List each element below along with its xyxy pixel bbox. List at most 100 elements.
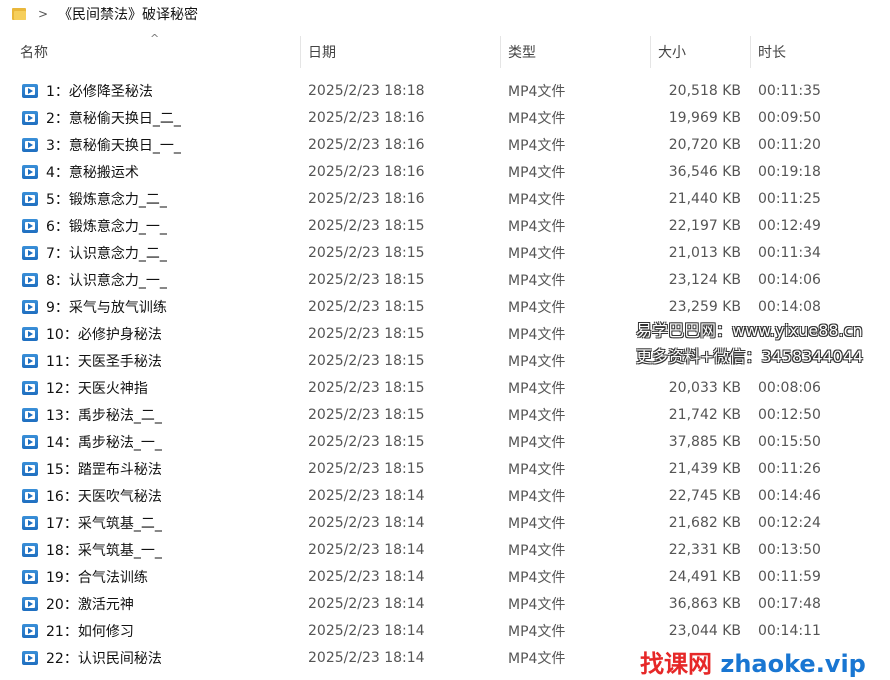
file-date: 2025/2/23 18:14 xyxy=(308,514,425,531)
column-divider[interactable] xyxy=(300,36,301,68)
file-type: MP4文件 xyxy=(508,164,566,181)
file-duration: 00:14:08 xyxy=(758,298,821,315)
file-row[interactable]: 8：认识意念力_一_ 2025/2/23 18:15 MP4文件 23,124 … xyxy=(0,266,890,293)
file-row[interactable]: 18：采气筑基_一_ 2025/2/23 18:14 MP4文件 22,331 … xyxy=(0,536,890,563)
watermark-brand-en: zhaoke.vip xyxy=(720,650,866,678)
column-divider[interactable] xyxy=(500,36,501,68)
file-duration: 00:19:18 xyxy=(758,163,821,180)
file-name: 8：认识意念力_一_ xyxy=(46,272,167,289)
file-name: 16：天医吹气秘法 xyxy=(46,488,162,505)
file-name: 20：激活元神 xyxy=(46,596,134,613)
watermark-website: 易学巴巴网：www.yixue88.cn xyxy=(636,321,863,340)
file-date: 2025/2/23 18:14 xyxy=(308,541,425,558)
file-row[interactable]: 13：禹步秘法_二_ 2025/2/23 18:15 MP4文件 21,742 … xyxy=(0,401,890,428)
file-duration: 00:14:11 xyxy=(758,622,821,639)
file-date: 2025/2/23 18:18 xyxy=(308,82,425,99)
file-size: 19,969 KB xyxy=(668,109,741,126)
file-row[interactable]: 5：锻炼意念力_二_ 2025/2/23 18:16 MP4文件 21,440 … xyxy=(0,185,890,212)
column-header-size[interactable]: 大小 xyxy=(658,32,748,72)
file-name: 10：必修护身秘法 xyxy=(46,326,162,343)
file-duration: 00:11:20 xyxy=(758,136,821,153)
file-row[interactable]: 20：激活元神 2025/2/23 18:14 MP4文件 36,863 KB … xyxy=(0,590,890,617)
file-duration: 00:14:06 xyxy=(758,271,821,288)
file-size: 23,044 KB xyxy=(668,622,741,639)
video-file-icon xyxy=(22,650,38,665)
file-type: MP4文件 xyxy=(508,245,566,262)
column-divider[interactable] xyxy=(650,36,651,68)
video-file-icon xyxy=(22,272,38,287)
file-date: 2025/2/23 18:15 xyxy=(308,244,425,261)
column-header-duration[interactable]: 时长 xyxy=(758,32,878,72)
file-type: MP4文件 xyxy=(508,218,566,235)
video-file-icon xyxy=(22,110,38,125)
file-name: 6：锻炼意念力_一_ xyxy=(46,218,167,235)
address-bar[interactable]: > 《民间禁法》破译秘密 xyxy=(0,0,890,28)
file-name: 15：踏罡布斗秘法 xyxy=(46,461,162,478)
column-header-date[interactable]: 日期 xyxy=(308,32,498,72)
file-row[interactable]: 2：意秘偷天换日_二_ 2025/2/23 18:16 MP4文件 19,969… xyxy=(0,104,890,131)
file-name: 19：合气法训练 xyxy=(46,569,148,586)
watermark-contact: 更多资料+微信：3458344044 xyxy=(636,347,864,366)
file-date: 2025/2/23 18:15 xyxy=(308,325,425,342)
file-row[interactable]: 14：禹步秘法_一_ 2025/2/23 18:15 MP4文件 37,885 … xyxy=(0,428,890,455)
file-size: 21,682 KB xyxy=(668,514,741,531)
file-size: 22,745 KB xyxy=(668,487,741,504)
file-name: 3：意秘偷天换日_一_ xyxy=(46,137,181,154)
file-type: MP4文件 xyxy=(508,353,566,370)
file-row[interactable]: 15：踏罡布斗秘法 2025/2/23 18:15 MP4文件 21,439 K… xyxy=(0,455,890,482)
column-header-name[interactable]: 名称 xyxy=(20,32,300,72)
file-type: MP4文件 xyxy=(508,380,566,397)
file-row[interactable]: 4：意秘搬运术 2025/2/23 18:16 MP4文件 36,546 KB … xyxy=(0,158,890,185)
video-file-icon xyxy=(22,569,38,584)
file-size: 22,331 KB xyxy=(668,541,741,558)
file-row[interactable]: 9：采气与放气训练 2025/2/23 18:15 MP4文件 23,259 K… xyxy=(0,293,890,320)
file-duration: 00:11:35 xyxy=(758,82,821,99)
file-row[interactable]: 17：采气筑基_二_ 2025/2/23 18:14 MP4文件 21,682 … xyxy=(0,509,890,536)
file-date: 2025/2/23 18:16 xyxy=(308,163,425,180)
file-row[interactable]: 21：如何修习 2025/2/23 18:14 MP4文件 23,044 KB … xyxy=(0,617,890,644)
file-row[interactable]: 12：天医火神指 2025/2/23 18:15 MP4文件 20,033 KB… xyxy=(0,374,890,401)
file-date: 2025/2/23 18:15 xyxy=(308,406,425,423)
file-row[interactable]: 7：认识意念力_二_ 2025/2/23 18:15 MP4文件 21,013 … xyxy=(0,239,890,266)
video-file-icon xyxy=(22,515,38,530)
file-row[interactable]: 19：合气法训练 2025/2/23 18:14 MP4文件 24,491 KB… xyxy=(0,563,890,590)
file-name: 22：认识民间秘法 xyxy=(46,650,162,667)
file-duration: 00:12:50 xyxy=(758,406,821,423)
column-divider[interactable] xyxy=(750,36,751,68)
chevron-right-icon[interactable]: > xyxy=(38,7,48,21)
file-size: 20,033 KB xyxy=(668,379,741,396)
file-row[interactable]: 3：意秘偷天换日_一_ 2025/2/23 18:16 MP4文件 20,720… xyxy=(0,131,890,158)
file-duration: 00:12:24 xyxy=(758,514,821,531)
video-file-icon xyxy=(22,461,38,476)
file-name: 11：天医圣手秘法 xyxy=(46,353,162,370)
file-date: 2025/2/23 18:14 xyxy=(308,568,425,585)
video-file-icon xyxy=(22,488,38,503)
file-size: 36,863 KB xyxy=(668,595,741,612)
file-row[interactable]: 1：必修降圣秘法 2025/2/23 18:18 MP4文件 20,518 KB… xyxy=(0,77,890,104)
file-duration: 00:14:46 xyxy=(758,487,821,504)
file-date: 2025/2/23 18:15 xyxy=(308,433,425,450)
file-date: 2025/2/23 18:14 xyxy=(308,487,425,504)
video-file-icon xyxy=(22,434,38,449)
video-file-icon xyxy=(22,407,38,422)
file-name: 12：天医火神指 xyxy=(46,380,148,397)
file-row[interactable]: 6：锻炼意念力_一_ 2025/2/23 18:15 MP4文件 22,197 … xyxy=(0,212,890,239)
file-row[interactable]: 16：天医吹气秘法 2025/2/23 18:14 MP4文件 22,745 K… xyxy=(0,482,890,509)
file-duration: 00:09:50 xyxy=(758,109,821,126)
file-type: MP4文件 xyxy=(508,272,566,289)
file-type: MP4文件 xyxy=(508,326,566,343)
file-type: MP4文件 xyxy=(508,299,566,316)
breadcrumb-path[interactable]: 《民间禁法》破译秘密 xyxy=(58,4,198,24)
column-header-type[interactable]: 类型 xyxy=(508,32,648,72)
video-file-icon xyxy=(22,245,38,260)
file-date: 2025/2/23 18:15 xyxy=(308,460,425,477)
file-size: 22,197 KB xyxy=(668,217,741,234)
video-file-icon xyxy=(22,380,38,395)
file-duration: 00:12:49 xyxy=(758,217,821,234)
file-name: 17：采气筑基_二_ xyxy=(46,515,162,532)
file-date: 2025/2/23 18:14 xyxy=(308,649,425,666)
file-date: 2025/2/23 18:15 xyxy=(308,298,425,315)
video-file-icon xyxy=(22,299,38,314)
file-size: 23,259 KB xyxy=(668,298,741,315)
file-type: MP4文件 xyxy=(508,110,566,127)
